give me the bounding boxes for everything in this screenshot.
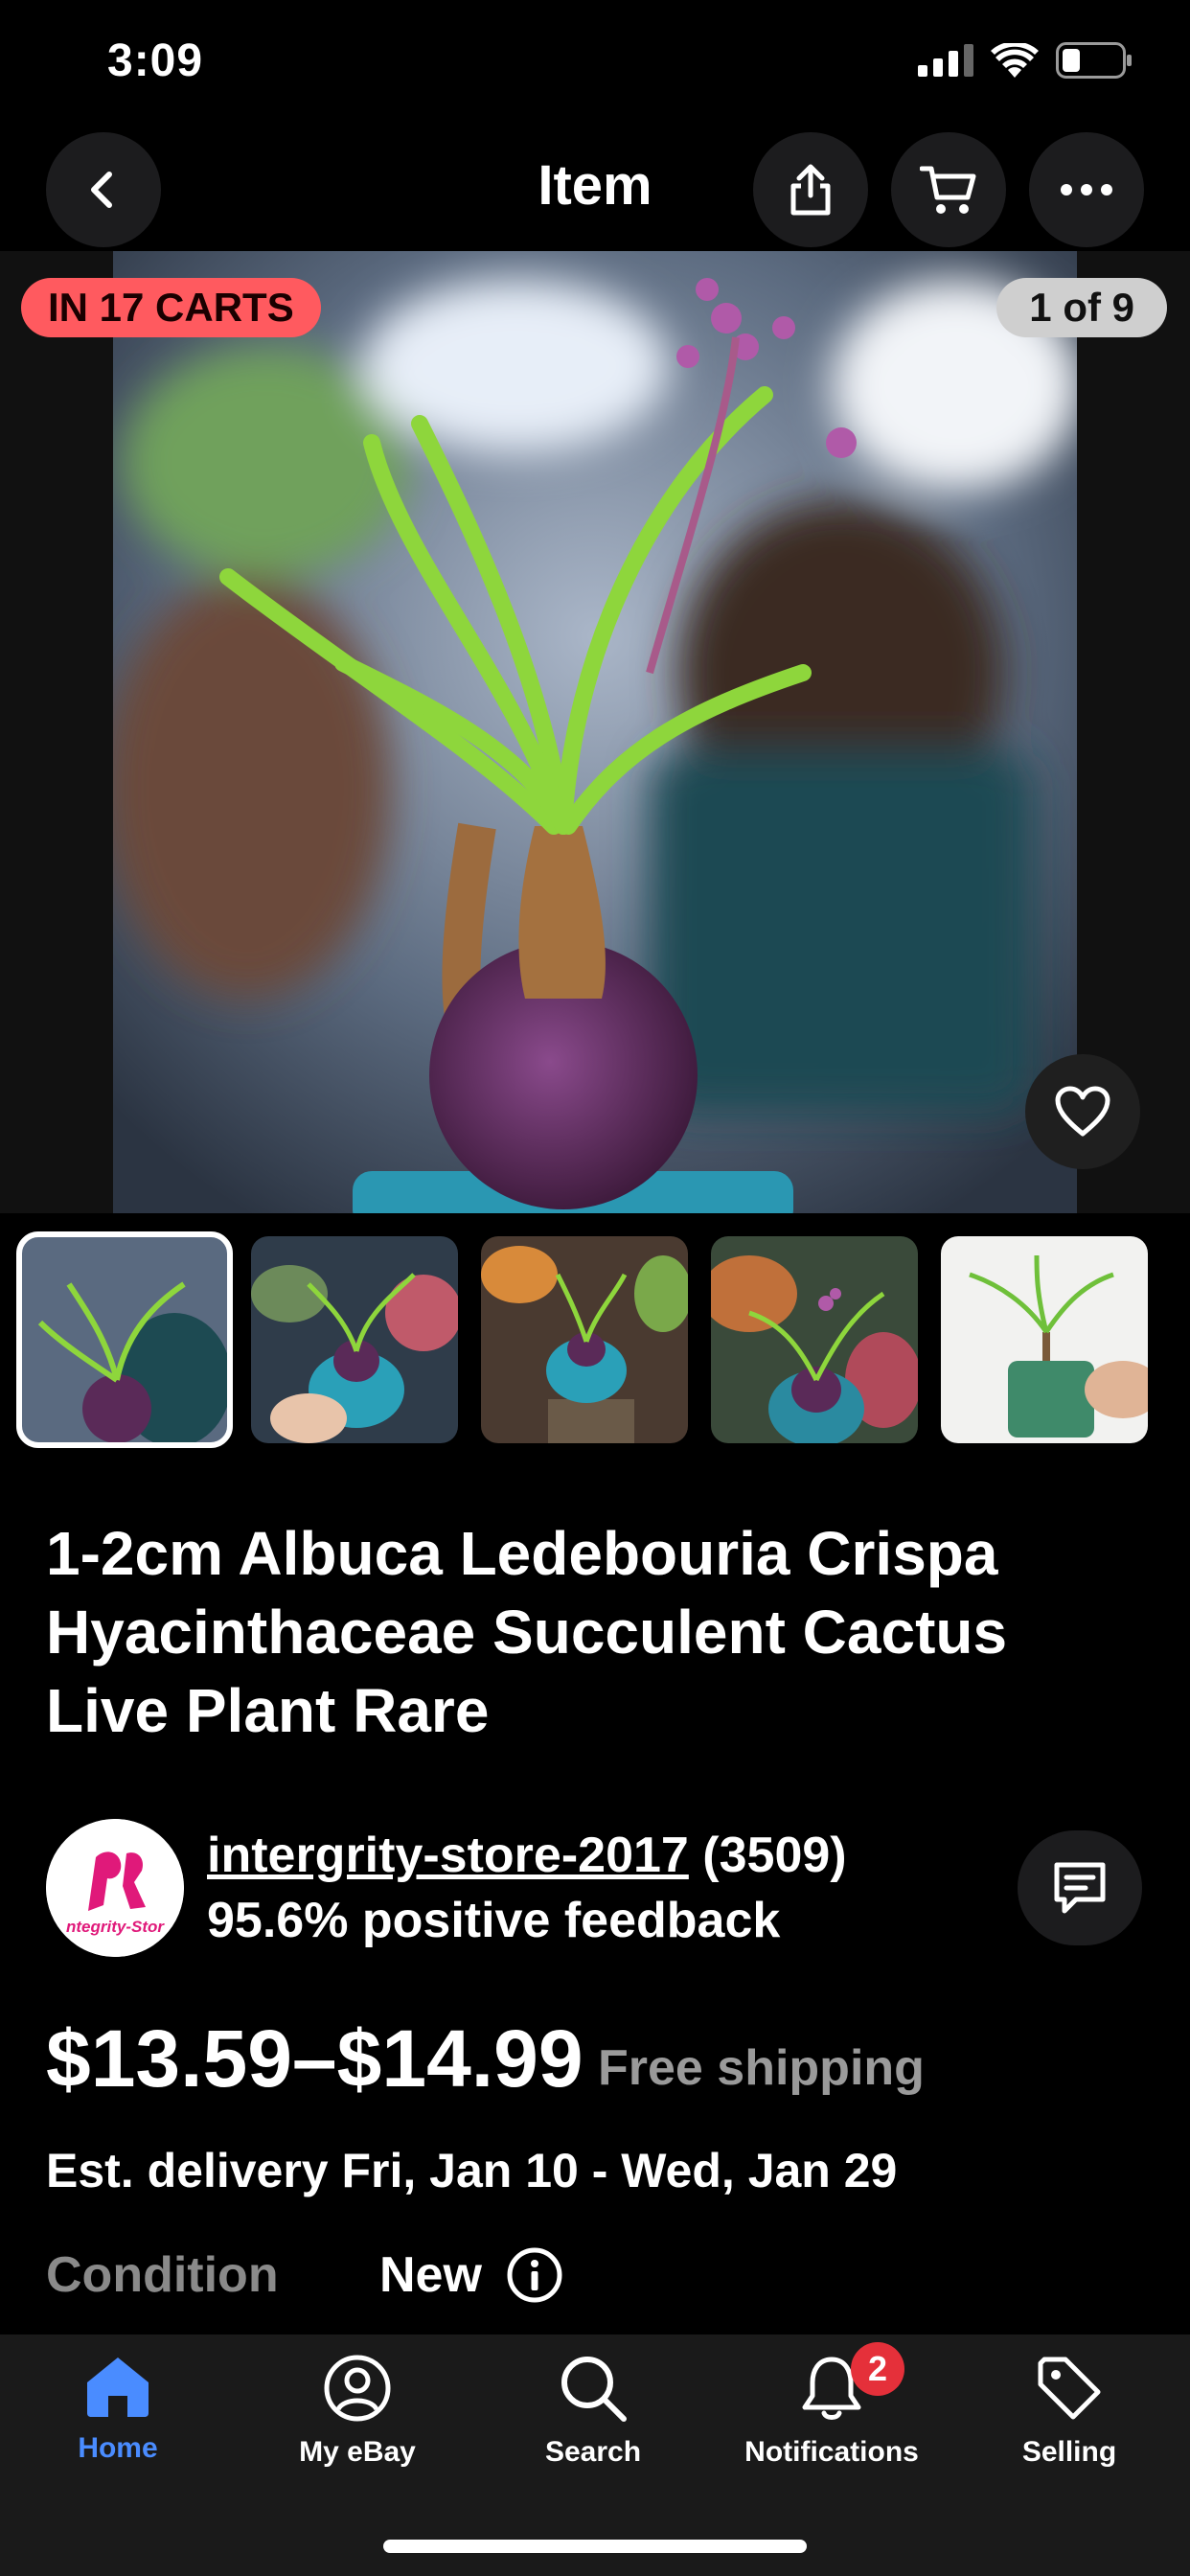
tab-my-ebay[interactable]: My eBay	[252, 2354, 463, 2469]
seller-info: intergrity-store-2017 (3509)	[207, 1827, 847, 1884]
cart-icon	[920, 166, 976, 214]
tab-search-label: Search	[544, 2436, 642, 2468]
thumbnail-2[interactable]	[251, 1236, 458, 1443]
tab-selling[interactable]: Selling	[964, 2354, 1175, 2469]
page-title: Item	[538, 154, 652, 217]
product-title-line-1: 1-2cm Albuca Ledebouria Crispa	[46, 1519, 998, 1588]
share-button[interactable]	[753, 132, 868, 247]
seller-avatar[interactable]: ntegrity-Stor	[46, 1819, 184, 1957]
cellular-signal-icon	[918, 44, 973, 77]
image-counter: 1 of 9	[996, 278, 1167, 337]
thumbnail-4[interactable]	[711, 1236, 918, 1443]
tab-home[interactable]: Home	[12, 2354, 223, 2465]
tab-notifications[interactable]: Notifications	[726, 2354, 937, 2469]
home-icon	[87, 2358, 149, 2417]
tab-notifications-label: Notifications	[744, 2436, 919, 2468]
message-seller-button[interactable]	[1018, 1830, 1142, 1945]
status-icons	[918, 42, 1133, 79]
tab-selling-label: Selling	[1021, 2436, 1117, 2468]
share-icon	[790, 164, 831, 216]
thumbnail-3[interactable]	[481, 1236, 688, 1443]
ellipsis-icon	[1061, 184, 1112, 196]
more-options-button[interactable]	[1029, 132, 1144, 247]
status-time: 3:09	[107, 35, 204, 86]
seller-feedback: 95.6% positive feedback	[207, 1893, 781, 1948]
product-title: 1-2cm Albuca Ledebouria Crispa Hyacintha…	[46, 1514, 1148, 1750]
condition-label: Condition	[46, 2247, 279, 2303]
thumbnail-1[interactable]	[16, 1231, 233, 1448]
watchlist-button[interactable]	[1025, 1054, 1140, 1169]
info-icon	[507, 2247, 562, 2303]
thumbnail-strip	[16, 1231, 1148, 1448]
heart-icon	[1055, 1086, 1110, 1137]
thumbnail-5[interactable]	[941, 1236, 1148, 1443]
seller-logo-text: ntegrity-Stor	[66, 1918, 165, 1936]
battery-icon	[1056, 42, 1132, 79]
search-icon	[561, 2357, 627, 2422]
cart-button[interactable]	[891, 132, 1006, 247]
estimated-delivery: Est. delivery Fri, Jan 10 - Wed, Jan 29	[46, 2144, 898, 2197]
tag-icon	[1038, 2357, 1101, 2420]
account-icon	[324, 2355, 391, 2422]
product-image	[113, 251, 1077, 1213]
notification-count-badge: 2	[851, 2342, 904, 2396]
tab-search[interactable]: Search	[488, 2354, 698, 2469]
in-carts-badge: IN 17 CARTS	[21, 278, 321, 337]
seller-rating-count: (3509)	[702, 1828, 847, 1883]
tab-my-ebay-label: My eBay	[299, 2436, 416, 2468]
product-title-line-3: Live Plant Rare	[46, 1676, 490, 1745]
seller-name-link[interactable]: intergrity-store-2017	[207, 1828, 689, 1883]
wifi-icon	[991, 43, 1039, 78]
tab-home-label: Home	[78, 2432, 158, 2464]
message-icon	[1054, 1862, 1106, 1914]
price-range: $13.59–$14.99	[46, 2013, 584, 2104]
shipping-info: Free shipping	[598, 2040, 925, 2096]
home-indicator[interactable]	[383, 2540, 807, 2553]
product-title-line-2: Hyacinthaceae Succulent Cactus	[46, 1598, 1008, 1667]
condition-value: New	[379, 2247, 482, 2303]
product-image-carousel[interactable]	[0, 251, 1190, 1213]
condition-info-button[interactable]	[506, 2246, 563, 2304]
